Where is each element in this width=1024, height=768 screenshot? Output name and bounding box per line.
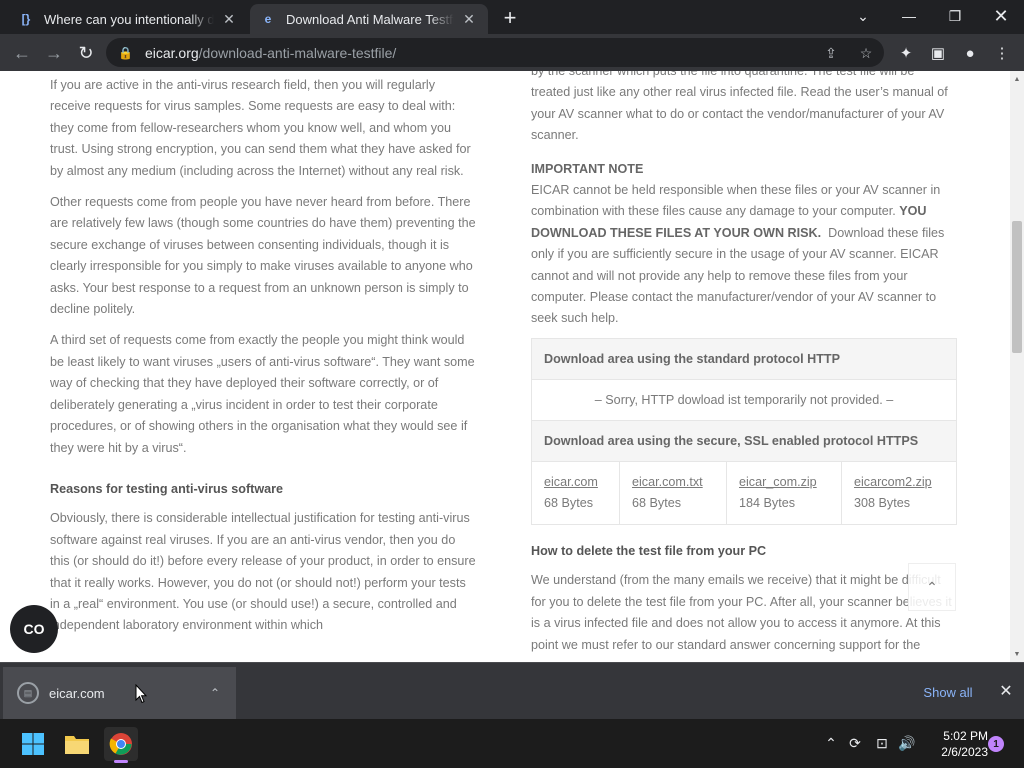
volume-icon[interactable]: 🔊 — [897, 733, 917, 753]
scroll-down-arrow-icon[interactable]: ▼ — [1013, 650, 1021, 658]
chrome-icon — [109, 733, 132, 755]
https-heading: Download area using the secure, SSL enab… — [532, 421, 956, 462]
clock-date: 2/6/2023 — [941, 745, 988, 759]
right-column: by the scanner which puts the file into … — [531, 71, 956, 340]
important-note-text: EICAR cannot be held responsible when th… — [531, 180, 956, 330]
download-link-eicar-com-zip[interactable]: eicar_com.zip — [739, 475, 817, 489]
url-text: eicar.org/download-anti-malware-testfile… — [145, 45, 396, 61]
windows-logo-icon — [22, 733, 44, 755]
profile-icon[interactable]: ● — [958, 41, 982, 65]
download-link-eicarcom2-zip[interactable]: eicarcom2.zip — [854, 475, 932, 489]
paragraph: by the scanner which puts the file into … — [531, 71, 948, 143]
download-bar: ▤ eicar.com ⌃ — [0, 662, 1024, 719]
chrome-taskbar-button[interactable] — [104, 727, 138, 763]
paragraph: We understand (from the many emails we r… — [531, 573, 952, 652]
paragraph: A third set of requests come from exactl… — [50, 333, 475, 455]
notification-badge[interactable]: 1 — [988, 736, 1004, 752]
left-column: If you are active in the anti-virus rese… — [50, 75, 478, 647]
chevron-up-icon[interactable]: ⌃ — [210, 686, 220, 700]
bracket-icon: [} — [21, 12, 31, 26]
menu-icon[interactable]: ⋮ — [990, 41, 1014, 65]
scroll-to-top-button[interactable]: ⌃ — [908, 563, 956, 611]
windows-taskbar: ⌃ ⟳ ⊡ 🔊 5:02 PM 2/6/2023 1 — [0, 719, 1024, 768]
sync-alert-icon[interactable]: ⟳ — [845, 733, 865, 753]
section-heading: Reasons for testing anti-virus software — [50, 481, 284, 496]
system-clock[interactable]: 5:02 PM 2/6/2023 — [928, 728, 988, 760]
download-cell: eicarcom2.zip 308 Bytes — [842, 462, 956, 524]
close-download-bar-icon[interactable]: ✕ — [996, 680, 1016, 702]
extensions-icon[interactable]: ✦ — [894, 41, 918, 65]
download-table: Download area using the standard protoco… — [531, 338, 957, 525]
download-cell: eicar_com.zip 184 Bytes — [727, 462, 842, 524]
file-size: 68 Bytes — [632, 496, 682, 510]
close-window-button[interactable]: ✕ — [978, 0, 1024, 32]
side-panel-icon[interactable]: ▣ — [926, 41, 950, 65]
forward-button[interactable]: → — [40, 39, 68, 67]
address-bar[interactable]: 🔒 eicar.org/download-anti-malware-testfi… — [106, 38, 884, 67]
section-heading: How to delete the test file from your PC — [531, 544, 767, 558]
active-indicator — [114, 760, 128, 763]
tab-where-can-you[interactable]: [} Where can you intentionally dow ✕ — [8, 4, 248, 34]
note-text-c: Download these files only if you are suf… — [531, 225, 945, 326]
http-sorry-text: – Sorry, HTTP dowload ist temporarily no… — [532, 380, 956, 421]
tab-title: Where can you intentionally dow — [44, 11, 214, 27]
folder-icon — [65, 736, 89, 754]
show-hidden-icons-icon[interactable]: ⌃ — [821, 733, 841, 753]
download-cell: eicar.com 68 Bytes — [532, 462, 620, 524]
paragraph: Other requests come from people you have… — [50, 195, 476, 317]
minimize-button[interactable]: — — [886, 0, 932, 32]
back-button[interactable]: ← — [8, 39, 36, 67]
download-cell: eicar.com.txt 68 Bytes — [620, 462, 727, 524]
scrollbar-thumb[interactable] — [1012, 221, 1022, 353]
clock-time: 5:02 PM — [943, 729, 988, 743]
edge-icon: e — [264, 12, 272, 26]
show-all-downloads-button[interactable]: Show all — [918, 682, 978, 702]
start-button[interactable] — [16, 727, 50, 761]
file-icon: ▤ — [17, 682, 39, 704]
paragraph: If you are active in the anti-virus rese… — [50, 78, 471, 178]
bookmark-star-icon[interactable]: ☆ — [856, 43, 876, 63]
reload-button[interactable]: ↻ — [72, 39, 100, 67]
cookie-consent-button[interactable]: CO — [10, 605, 58, 653]
delete-section: How to delete the test file from your PC… — [531, 541, 956, 662]
mouse-cursor-icon — [135, 684, 147, 704]
browser-toolbar: ← → ↻ 🔒 eicar.org/download-anti-malware-… — [0, 34, 1024, 71]
new-tab-button[interactable]: + — [498, 5, 522, 30]
network-icon[interactable]: ⊡ — [872, 733, 892, 753]
file-size: 184 Bytes — [739, 496, 796, 510]
share-icon[interactable]: ⇪ — [821, 43, 841, 63]
restore-button[interactable]: ❐ — [932, 0, 978, 32]
page-scrollbar[interactable]: ▲ ▼ — [1010, 71, 1024, 662]
tab-search-icon[interactable]: ⌄ — [840, 0, 886, 32]
tab-title: Download Anti Malware Testfile - — [286, 11, 454, 27]
url-host: eicar.org — [144, 44, 199, 61]
important-note-heading: IMPORTANT NOTE — [531, 161, 644, 176]
download-link-eicar-com[interactable]: eicar.com — [544, 475, 598, 489]
lock-icon: 🔒 — [118, 45, 133, 60]
note-text-a: EICAR cannot be held responsible when th… — [531, 183, 941, 219]
close-tab-icon[interactable]: ✕ — [220, 10, 238, 28]
download-item[interactable]: ▤ eicar.com ⌃ — [3, 667, 236, 719]
http-heading: Download area using the standard protoco… — [532, 339, 956, 380]
scroll-up-arrow-icon[interactable]: ▲ — [1013, 75, 1021, 83]
download-files-row: eicar.com 68 Bytes eicar.com.txt 68 Byte… — [532, 462, 956, 524]
web-page: If you are active in the anti-virus rese… — [0, 71, 1024, 662]
tab-download-anti-malware[interactable]: e Download Anti Malware Testfile - ✕ — [250, 4, 488, 34]
tab-strip: [} Where can you intentionally dow ✕ e D… — [0, 0, 1024, 34]
file-size: 308 Bytes — [854, 496, 911, 510]
download-link-eicar-com-txt[interactable]: eicar.com.txt — [632, 475, 703, 489]
file-size: 68 Bytes — [544, 496, 594, 510]
file-explorer-button[interactable] — [60, 727, 94, 761]
download-filename: eicar.com — [49, 685, 105, 701]
paragraph: Obviously, there is considerable intelle… — [50, 511, 476, 633]
url-path: /download-anti-malware-testfile/ — [198, 44, 397, 61]
close-tab-icon[interactable]: ✕ — [460, 10, 478, 28]
